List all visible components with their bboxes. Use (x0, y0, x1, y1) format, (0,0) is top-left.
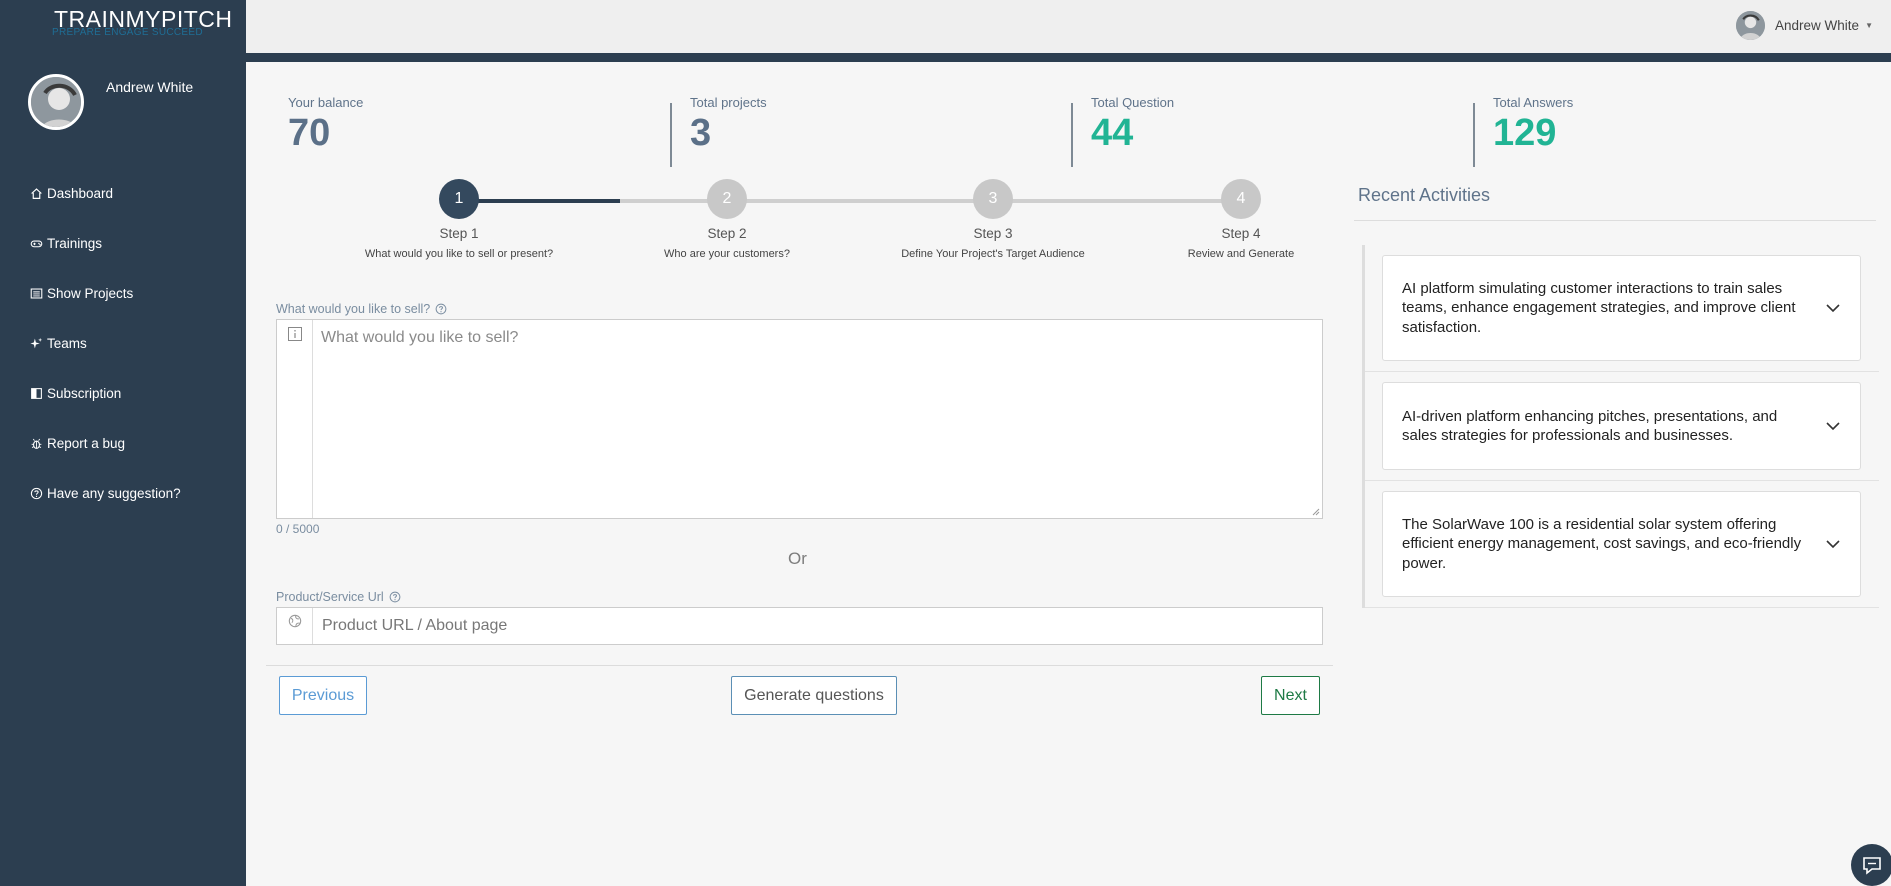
activity-card[interactable]: The SolarWave 100 is a residential solar… (1382, 491, 1861, 597)
activity-card[interactable]: AI platform simulating customer interact… (1382, 255, 1861, 361)
sidebar-item-label: Show Projects (47, 285, 134, 301)
activity-card[interactable]: AI-driven platform enhancing pitches, pr… (1382, 382, 1861, 470)
activity-separator (1365, 480, 1879, 481)
chevron-down-icon[interactable] (1824, 417, 1842, 435)
user-menu-name: Andrew White (1775, 18, 1860, 33)
step-3-subtitle: Define Your Project's Target Audience (901, 248, 1085, 260)
recent-activities-title: Recent Activities (1358, 185, 1491, 205)
sidebar-user-name: Andrew White (106, 79, 194, 95)
globe-icon (288, 614, 301, 628)
stat-label: Your balance (288, 95, 364, 110)
stat-projects: Total projects 3 (690, 95, 767, 170)
sell-label-text: What would you like to sell? (276, 302, 431, 316)
stat-label: Total Answers (1493, 95, 1574, 110)
url-input-group (276, 607, 1323, 645)
step-4-subtitle: Review and Generate (1187, 248, 1295, 260)
chevron-down-icon[interactable] (1824, 299, 1842, 317)
sidebar-avatar[interactable] (28, 74, 84, 130)
sidebar-item-label: Have any suggestion? (47, 485, 181, 501)
stat-value: 3 (690, 112, 712, 154)
help-icon[interactable] (389, 591, 401, 603)
step-1-title: Step 1 (439, 226, 479, 241)
next-button[interactable]: Next (1261, 676, 1320, 715)
sidebar-item-label: Report a bug (47, 435, 126, 451)
sidebar-item-label: Dashboard (47, 185, 114, 201)
stat-divider (1473, 103, 1475, 167)
char-counter: 0 / 5000 (276, 522, 320, 536)
stat-divider (1071, 103, 1073, 167)
stat-value: 70 (288, 112, 331, 154)
help-icon[interactable] (435, 303, 447, 315)
stat-value: 129 (1493, 112, 1557, 154)
recent-activities-divider (1354, 220, 1876, 221)
recent-activities-list: AI platform simulating customer interact… (1362, 245, 1879, 608)
user-menu[interactable]: Andrew White ▼ (1736, 11, 1873, 40)
url-addon (277, 608, 313, 644)
chevron-down-icon[interactable] (1824, 535, 1842, 553)
generate-questions-button[interactable]: Generate questions (731, 676, 897, 715)
previous-button[interactable]: Previous (279, 676, 367, 715)
sidebar-item-report-bug[interactable]: Report a bug (0, 418, 246, 468)
resize-grip-icon[interactable] (1312, 508, 1320, 516)
stat-value: 44 (1091, 112, 1134, 154)
or-separator: Or (788, 549, 807, 568)
activity-text: AI-driven platform enhancing pitches, pr… (1402, 407, 1778, 444)
sell-addon (277, 320, 313, 518)
url-input[interactable] (313, 608, 1322, 644)
caret-down-icon: ▼ (1865, 21, 1873, 30)
sidebar-item-teams[interactable]: Teams (0, 318, 246, 368)
chat-widget-button[interactable] (1851, 844, 1891, 886)
url-field-label: Product/Service Url (276, 590, 401, 604)
stat-answers: Total Answers 129 (1493, 95, 1573, 170)
half-square-icon (31, 387, 42, 399)
step-2-subtitle: Who are your customers? (664, 248, 790, 260)
form-divider (266, 665, 1333, 666)
top-bar-accent (246, 53, 1891, 62)
activity-separator (1365, 607, 1879, 608)
brand-tagline: PREPARE ENGAGE SUCCEED (52, 27, 203, 38)
stat-questions: Total Question 44 (1091, 95, 1174, 170)
sidebar-item-label: Teams (47, 335, 87, 351)
step-4-title: Step 4 (1221, 226, 1261, 241)
sell-textarea-group (276, 319, 1323, 519)
sidebar-item-dashboard[interactable]: Dashboard (0, 168, 246, 218)
gamepad-icon (30, 240, 43, 247)
sell-textarea[interactable] (313, 320, 1322, 518)
info-icon (287, 327, 302, 341)
sell-field-label: What would you like to sell? (276, 302, 447, 316)
sparkle-icon (30, 337, 43, 348)
home-icon (31, 187, 42, 199)
sidebar-item-show-projects[interactable]: Show Projects (0, 268, 246, 318)
list-icon (30, 288, 43, 298)
activity-text: AI platform simulating customer interact… (1402, 280, 1796, 336)
step-4-circle[interactable]: 4 (1221, 179, 1261, 219)
step-2-title: Step 2 (707, 226, 747, 241)
step-progress-line (459, 199, 620, 203)
sidebar-nav: Dashboard Trainings Show Projects Teams … (0, 168, 246, 518)
stat-balance: Your balance 70 (288, 95, 363, 170)
sidebar-item-label: Subscription (47, 385, 122, 401)
question-circle-icon (30, 487, 43, 499)
chat-icon (1863, 857, 1881, 875)
stat-label: Total Question (1091, 95, 1175, 110)
activity-text: The SolarWave 100 is a residential solar… (1402, 516, 1802, 572)
top-bar: Andrew White ▼ (246, 0, 1891, 53)
step-2-circle[interactable]: 2 (707, 179, 747, 219)
sidebar-item-suggestion[interactable]: Have any suggestion? (0, 468, 246, 518)
user-avatar (1736, 11, 1766, 40)
sidebar-item-subscription[interactable]: Subscription (0, 368, 246, 418)
bug-icon (31, 438, 42, 449)
step-3-circle[interactable]: 3 (973, 179, 1013, 219)
step-3-title: Step 3 (973, 226, 1013, 241)
url-label-text: Product/Service Url (276, 590, 384, 604)
sidebar-item-label: Trainings (47, 235, 103, 251)
stat-divider (670, 103, 672, 167)
stat-label: Total projects (690, 95, 767, 110)
sidebar: TRAINMYPITCH PREPARE ENGAGE SUCCEED Andr… (0, 0, 246, 886)
step-1-circle[interactable]: 1 (439, 179, 479, 219)
activity-separator (1365, 371, 1879, 372)
sidebar-item-trainings[interactable]: Trainings (0, 218, 246, 268)
step-1-subtitle: What would you like to sell or present? (364, 248, 554, 260)
